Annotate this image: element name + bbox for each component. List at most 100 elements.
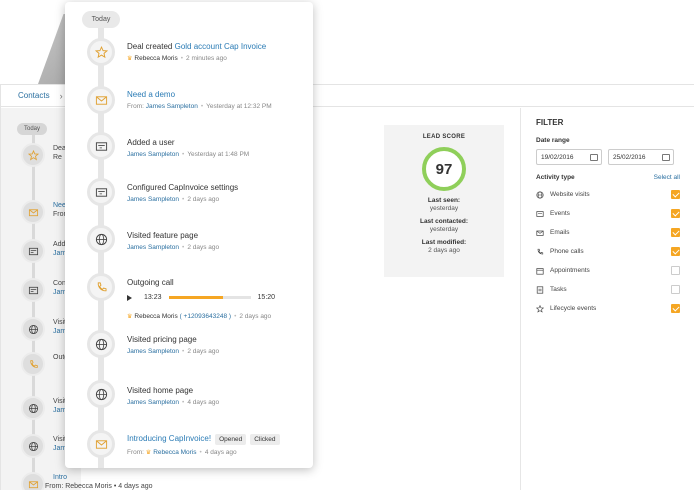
today-pill: Today [82,11,120,28]
activity-label: Emails [550,229,570,236]
filter-title: FILTER [536,118,564,127]
activity-label: Lifecycle events [550,305,597,312]
separator-dot: • [182,348,185,355]
activity-checkbox[interactable] [671,190,680,199]
background-envelope-icon [21,200,45,224]
email-subject-link[interactable]: Introducing CapInvoice! [127,434,211,443]
event-title[interactable]: Need a demo [127,90,175,99]
crown-icon: ♛ [127,56,133,62]
activity-checkbox[interactable] [671,285,680,294]
activity-checkbox[interactable] [671,247,680,256]
calendar-icon[interactable] [590,153,598,161]
call-player: 13:23 15:20 [127,294,275,301]
event-title: Configured CapInvoice settings [127,183,239,192]
phone-icon [536,248,544,256]
last-contacted-label: Last contacted: [419,218,469,225]
tasks-icon [536,285,544,294]
event-author[interactable]: James Sampleton [127,196,179,203]
phone-number-link[interactable]: ( +12093643248 ) [180,313,232,320]
activity-tasks[interactable]: Tasks [536,280,680,299]
activity-label: Phone calls [550,248,584,255]
last-modified-value: 2 days ago [428,247,460,254]
opened-badge: Opened [215,434,247,445]
lead-score-card: LEAD SCORE 97 Last seen: yesterday Last … [384,125,504,277]
activity-label: Tasks [550,286,567,293]
date-to-input[interactable]: 25/02/2016 [608,149,674,165]
activity-checkbox[interactable] [671,266,680,275]
activity-emails[interactable]: Emails [536,223,680,242]
event-author[interactable]: James Sampleton [127,399,179,406]
call-progress-fill [168,296,223,299]
event-title: Visited pricing page [127,335,197,344]
envelope-icon [87,86,115,114]
event-time: Yesterday at 12:32 PM [206,103,272,110]
lead-score-ring: 97 [422,147,466,191]
event-author: Rebecca Moris [134,313,178,320]
call-time-total: 15:20 [257,294,276,301]
calendar-icon [536,267,544,275]
background-star-icon [21,143,45,167]
activity-phone-calls[interactable]: Phone calls [536,242,680,261]
event-meta: James Sampleton • Yesterday at 1:48 PM [127,151,249,158]
activity-checkbox[interactable] [671,228,680,237]
separator-dot: • [182,196,185,203]
chevron-right-icon: › [59,90,63,101]
event-author[interactable]: James Sampleton [127,151,179,158]
event-author[interactable]: Rebecca Moris [153,449,196,456]
activity-checkbox[interactable] [671,304,680,313]
select-all-link[interactable]: Select all [654,174,680,181]
background-item-sub: From: Rebecca Moris • 4 days ago [45,483,153,490]
event-meta: James Sampleton • 2 days ago [127,196,219,203]
event-time: Yesterday at 1:48 PM [187,151,250,158]
event-time: 4 days ago [187,399,220,406]
date-from-input[interactable]: 19/02/2016 [536,149,602,165]
event-author[interactable]: James Sampleton [127,348,179,355]
last-modified-label: Last modified: [421,239,467,246]
clicked-badge: Clicked [250,434,280,445]
deal-link[interactable]: Gold account Cap Invoice [175,42,267,51]
activity-label: Events [550,210,570,217]
event-title: Introducing CapInvoice! Opened Clicked [127,434,280,445]
event-author: Rebecca Moris [134,55,178,62]
event-meta: From: ♛ Rebecca Moris • 4 days ago [127,449,237,456]
phone-icon [87,273,115,301]
activity-list: Website visits Events Emails Phone calls [536,185,680,318]
play-icon[interactable] [127,294,132,301]
event-meta: From: James Sampleton • Yesterday at 12:32… [127,103,272,110]
globe-icon [87,330,115,358]
separator-dot: • [180,55,184,62]
background-item-title: Intro [53,474,68,481]
activity-label: Appointments [550,267,590,274]
lead-score-value: 97 [435,160,453,178]
background-envelope-icon [21,472,45,490]
activity-checkbox[interactable] [671,209,680,218]
activity-events[interactable]: Events [536,204,680,223]
stage: Contacts › Today Deal Re Need From: Adde… [0,0,696,490]
activity-website-visits[interactable]: Website visits [536,185,680,204]
background-user-card-icon [21,239,45,263]
event-time: 2 days ago [187,348,220,355]
event-author[interactable]: James Sampleton [127,244,179,251]
globe-icon [87,380,115,408]
user-card-icon [87,132,115,160]
calendar-icon[interactable] [662,153,670,161]
activity-appointments[interactable]: Appointments [536,261,680,280]
event-meta: James Sampleton • 4 days ago [127,399,219,406]
envelope-icon [536,229,544,237]
breadcrumb-contacts[interactable]: Contacts [18,91,50,100]
last-contacted-value: yesterday [429,226,459,233]
background-globe-icon [21,396,45,420]
event-meta: James Sampleton • 2 days ago [127,348,219,355]
event-author[interactable]: James Sampleton [146,103,198,110]
background-item-sub: Re [53,154,62,161]
from-label: From: [127,449,144,456]
event-title: Deal created Gold account Cap Invoice [127,42,266,51]
event-time: 2 days ago [187,196,220,203]
event-title: Outgoing call [127,278,174,287]
lead-score-title: LEAD SCORE [422,134,466,140]
date-from-value: 19/02/2016 [541,153,574,161]
call-progress-bar[interactable] [168,296,251,299]
background-today-pill: Today [17,123,47,135]
separator-dot: • [234,313,237,320]
activity-lifecycle-events[interactable]: Lifecycle events [536,299,680,318]
